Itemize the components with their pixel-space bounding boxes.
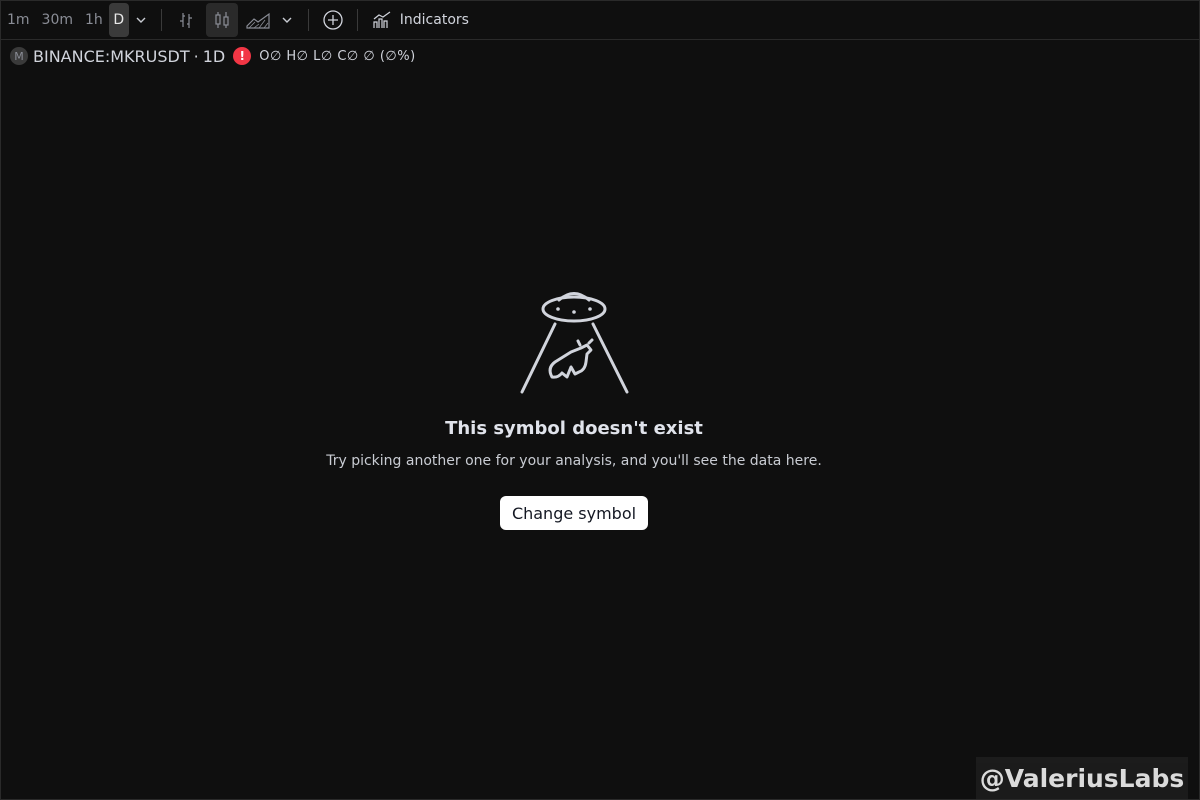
ohlc-bars-icon bbox=[179, 13, 192, 28]
indicators-icon bbox=[373, 11, 391, 28]
indicators-label: Indicators bbox=[399, 12, 469, 28]
bar-chart-type-button[interactable] bbox=[170, 3, 202, 37]
legend-separator: · bbox=[193, 46, 199, 66]
error-icon[interactable]: ! bbox=[233, 47, 252, 65]
chart-frame bbox=[0, 0, 1200, 800]
top-toolbar: 1m 30m 1h D Indicators bbox=[1, 1, 1199, 40]
symbol-timeframe[interactable]: 1D bbox=[203, 47, 226, 66]
symbol-legend: M BINANCE:MKRUSDT · 1D ! O∅ H∅ L∅ C∅ ∅ (… bbox=[10, 46, 416, 66]
chart-type-dropdown-button[interactable] bbox=[274, 3, 300, 37]
ohlc-values: O∅ H∅ L∅ C∅ ∅ (∅%) bbox=[259, 48, 416, 64]
area-chart-type-button[interactable] bbox=[242, 3, 274, 37]
symbol-name[interactable]: BINANCE:MKRUSDT bbox=[33, 47, 190, 66]
chevron-down-icon bbox=[136, 17, 146, 23]
watermark: @ValeriusLabs bbox=[976, 757, 1188, 799]
empty-state-subtitle: Try picking another one for your analysi… bbox=[326, 453, 822, 469]
candlestick-icon bbox=[215, 12, 229, 28]
change-symbol-button[interactable]: Change symbol bbox=[500, 496, 648, 530]
plus-circle-icon bbox=[323, 10, 343, 30]
interval-dropdown-button[interactable] bbox=[129, 3, 153, 37]
area-chart-icon bbox=[246, 12, 270, 29]
toolbar-divider bbox=[356, 9, 358, 31]
empty-state-title: This symbol doesn't exist bbox=[445, 418, 703, 439]
interval-1m-button[interactable]: 1m bbox=[1, 3, 36, 37]
ufo-cow-illustration-icon bbox=[520, 292, 629, 394]
candles-chart-type-button[interactable] bbox=[205, 3, 238, 37]
interval-30m-button[interactable]: 30m bbox=[36, 3, 79, 37]
chevron-down-icon bbox=[282, 17, 292, 23]
indicators-button[interactable]: Indicators bbox=[366, 3, 475, 37]
compare-symbol-button[interactable] bbox=[317, 3, 349, 37]
toolbar-divider bbox=[160, 9, 162, 31]
interval-1h-button[interactable]: 1h bbox=[79, 3, 109, 37]
interval-d-button[interactable]: D bbox=[108, 3, 129, 37]
toolbar-divider bbox=[307, 9, 309, 31]
symbol-logo: M bbox=[10, 47, 28, 65]
